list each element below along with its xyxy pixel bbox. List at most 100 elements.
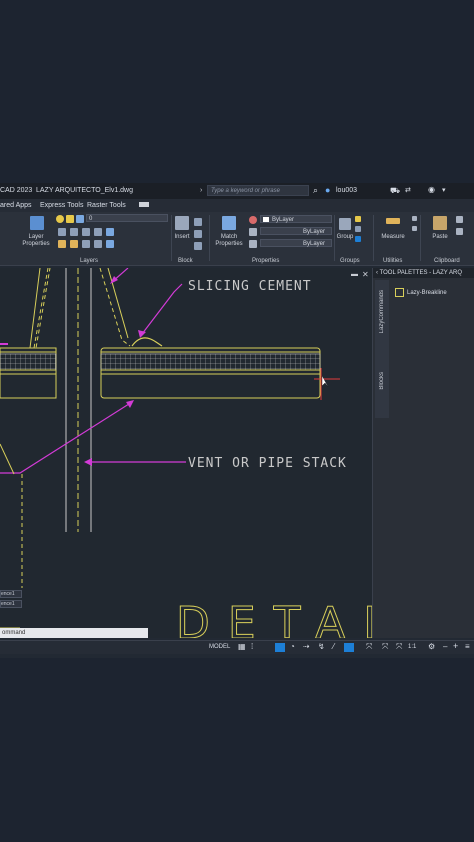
insert-button[interactable]: Insert bbox=[171, 234, 193, 241]
annotation-icon[interactable]: ⤧ bbox=[366, 642, 372, 652]
breakline-icon bbox=[395, 288, 404, 297]
linetype-icon[interactable] bbox=[249, 228, 257, 236]
insert-icon[interactable] bbox=[175, 216, 189, 230]
layer-tool-1-icon[interactable] bbox=[58, 228, 66, 236]
match-properties-icon[interactable] bbox=[222, 216, 236, 230]
title-bar: CAD 2023 LAZY ARQUITECTO_Elv1.dwg › Type… bbox=[0, 183, 474, 199]
slab-left-mesh bbox=[0, 353, 57, 371]
utilities-panel-label[interactable]: Utilities bbox=[383, 258, 402, 264]
model-space-button[interactable]: MODEL bbox=[209, 644, 230, 650]
measure-button[interactable]: Measure bbox=[376, 234, 410, 241]
left-wall-line bbox=[33, 268, 51, 349]
layers-panel-label[interactable]: Layers bbox=[80, 258, 98, 264]
share-icon[interactable]: ⇄ bbox=[405, 186, 411, 194]
leader-pipe-arrow bbox=[84, 458, 92, 466]
group-icon[interactable] bbox=[339, 218, 351, 230]
lineweight-icon[interactable] bbox=[249, 240, 257, 248]
minus-icon[interactable]: – bbox=[443, 642, 447, 651]
color-value: ByLayer bbox=[272, 217, 295, 223]
tab-blocks[interactable]: Blocks bbox=[379, 372, 385, 390]
tab-express-tools[interactable]: Express Tools bbox=[40, 202, 83, 209]
annotation-visibility-icon[interactable]: ⤧ bbox=[382, 642, 388, 652]
palette-item-lazy-breakline[interactable]: Lazy-Breakline bbox=[395, 288, 447, 297]
isodraft-icon[interactable]: ⇢ bbox=[303, 642, 310, 651]
layer-on-icon[interactable] bbox=[56, 215, 64, 223]
group-button[interactable]: Group bbox=[335, 234, 355, 241]
utility-tool-2-icon[interactable] bbox=[412, 226, 417, 231]
paste-icon[interactable] bbox=[433, 216, 447, 230]
measure-icon[interactable] bbox=[386, 218, 400, 224]
layer-tool-3-icon[interactable] bbox=[82, 228, 90, 236]
groups-panel-label[interactable]: Groups bbox=[340, 258, 360, 264]
layer-tool-5-icon[interactable] bbox=[106, 228, 114, 236]
binoculars-icon[interactable]: ⌕ bbox=[313, 185, 318, 196]
auto-scale-icon[interactable]: ⤧ bbox=[396, 642, 402, 652]
viewport-close-icon[interactable]: ✕ bbox=[362, 270, 369, 279]
tab-lazycommands[interactable]: LazyCommands bbox=[379, 290, 385, 333]
label-slicing-cement: SLICING CEMENT bbox=[188, 279, 312, 294]
utility-tool-1-icon[interactable] bbox=[412, 216, 417, 221]
command-history-2: ence1 bbox=[0, 600, 22, 608]
paste-button[interactable]: Paste bbox=[427, 234, 453, 241]
edit-block-icon[interactable] bbox=[194, 230, 202, 238]
tool-palette-header[interactable]: ‹ TOOL PALETTES - LAZY ARQ bbox=[373, 268, 474, 278]
lineweight-dropdown[interactable]: ByLayer bbox=[260, 239, 332, 247]
block-attribute-icon[interactable] bbox=[194, 242, 202, 250]
cart-icon[interactable]: ⛟ bbox=[390, 186, 400, 196]
user-name[interactable]: lou003 bbox=[336, 187, 357, 194]
create-block-icon[interactable] bbox=[194, 218, 202, 226]
annotation-scale[interactable]: 1:1 bbox=[408, 644, 416, 650]
color-dropdown[interactable]: ByLayer bbox=[260, 215, 332, 223]
command-history-1: ence1 bbox=[0, 590, 22, 598]
layer-tool-8-icon[interactable] bbox=[82, 240, 90, 248]
ortho-icon[interactable] bbox=[275, 643, 285, 652]
ribbon-tabs: ared Apps Express Tools Raster Tools bbox=[0, 199, 474, 212]
match-properties-button[interactable]: Match Properties bbox=[210, 234, 248, 248]
layer-tool-9-icon[interactable] bbox=[94, 240, 102, 248]
user-icon[interactable]: ● bbox=[325, 185, 330, 195]
copy-icon[interactable] bbox=[456, 228, 463, 235]
tab-raster-tools[interactable]: Raster Tools bbox=[87, 202, 126, 209]
layer-lock-icon[interactable] bbox=[76, 215, 84, 223]
help-icon[interactable]: ◉ bbox=[428, 185, 435, 194]
group-tool-2-icon[interactable] bbox=[355, 226, 361, 232]
properties-panel-label[interactable]: Properties bbox=[252, 258, 279, 264]
clipboard-panel-label[interactable]: Clipboard bbox=[434, 258, 460, 264]
settings-gear-icon[interactable]: ⚙ bbox=[428, 642, 435, 651]
drawing-canvas[interactable]: ▬ ✕ SLICING CEMENT VENT OR PIPE STACK DE… bbox=[0, 268, 372, 638]
cut-icon[interactable] bbox=[456, 216, 463, 223]
grid-icon[interactable]: ▦ bbox=[238, 642, 246, 651]
block-panel-label[interactable]: Block bbox=[178, 258, 193, 264]
layer-tool-6-icon[interactable] bbox=[58, 240, 66, 248]
snap-icon[interactable]: ⁞ bbox=[251, 642, 253, 651]
ribbon-toggle-icon[interactable] bbox=[139, 202, 149, 207]
layer-dropdown[interactable]: 0 bbox=[86, 214, 168, 222]
leader-cement bbox=[141, 283, 183, 335]
viewport-minimize-icon[interactable]: ▬ bbox=[351, 271, 358, 278]
polar-icon[interactable]: ◔ bbox=[290, 642, 295, 651]
lineweight-toggle-icon[interactable]: ⁄ bbox=[333, 642, 334, 651]
layer-tool-4-icon[interactable] bbox=[94, 228, 102, 236]
status-bar: MODEL ▦ ⁞ ◔ ⇢ ↯ ⁄ ⤧ ⤧ ⤧ 1:1 ⚙ – + ≡ bbox=[0, 640, 474, 654]
layer-tool-10-icon[interactable] bbox=[106, 240, 114, 248]
object-snap-icon[interactable] bbox=[344, 643, 354, 652]
customize-icon[interactable]: ≡ bbox=[465, 642, 470, 651]
search-chevron-icon[interactable]: › bbox=[200, 187, 202, 194]
palette-item-label: Lazy-Breakline bbox=[407, 290, 447, 297]
layer-freeze-icon[interactable] bbox=[66, 215, 74, 223]
left-wall-edge bbox=[29, 268, 41, 349]
help-dropdown-icon[interactable]: ▾ bbox=[442, 186, 446, 194]
layer-properties-button[interactable]: Layer Properties bbox=[18, 234, 54, 248]
plus-icon[interactable]: + bbox=[453, 641, 458, 651]
group-tool-3-icon[interactable] bbox=[355, 236, 361, 242]
search-input[interactable]: Type a keyword or phrase bbox=[207, 185, 309, 196]
linetype-dropdown[interactable]: ByLayer bbox=[260, 227, 332, 235]
osnap-tracking-icon[interactable]: ↯ bbox=[318, 642, 325, 651]
group-tool-1-icon[interactable] bbox=[355, 216, 361, 222]
layer-tool-2-icon[interactable] bbox=[70, 228, 78, 236]
color-icon[interactable] bbox=[249, 216, 257, 224]
layer-tool-7-icon[interactable] bbox=[70, 240, 78, 248]
command-input[interactable]: ommand bbox=[0, 628, 148, 638]
layer-properties-icon[interactable] bbox=[30, 216, 44, 230]
tab-shared-apps[interactable]: ared Apps bbox=[0, 202, 32, 209]
